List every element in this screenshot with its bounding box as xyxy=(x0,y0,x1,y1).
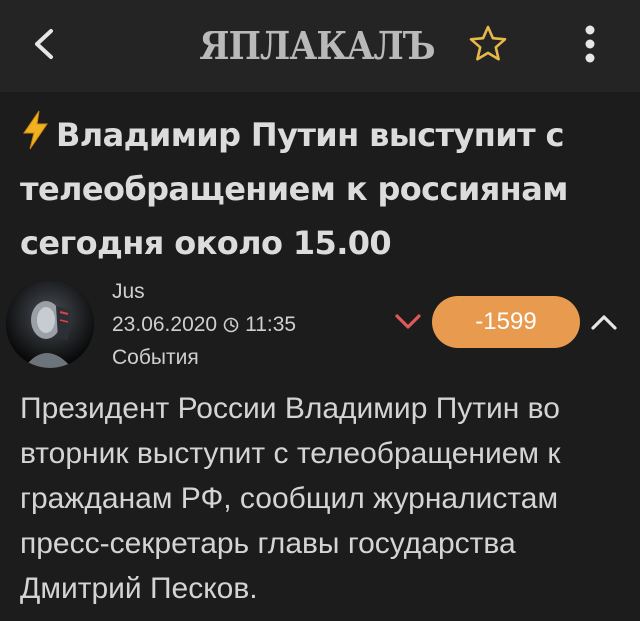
post-title: Владимир Путин выступит с телеобращением… xyxy=(20,108,620,270)
site-logo[interactable]: ЯПЛАКАЛЪ xyxy=(199,22,435,68)
post-body: Президент России Владимир Путин во вторн… xyxy=(20,392,561,605)
top-bar: ЯПЛАКАЛЪ xyxy=(0,0,640,92)
vote-up-button[interactable] xyxy=(584,304,624,340)
post-date: 23.06.2020 xyxy=(112,313,218,336)
post-time: 11:35 xyxy=(245,313,297,336)
post-category[interactable]: События xyxy=(112,346,199,370)
chevron-up-icon xyxy=(591,315,617,330)
star-outline-icon xyxy=(469,25,507,61)
favorite-button[interactable] xyxy=(466,22,510,66)
chevron-down-icon xyxy=(395,314,421,329)
rating-badge: -1599 xyxy=(432,296,580,348)
clock-icon xyxy=(223,317,239,333)
chevron-left-icon xyxy=(35,29,53,59)
avatar[interactable] xyxy=(6,280,94,368)
more-vertical-icon xyxy=(585,25,595,63)
lightning-icon xyxy=(23,110,48,150)
post-title-text: Владимир Путин выступит с телеобращением… xyxy=(20,116,568,262)
back-button[interactable] xyxy=(22,22,66,66)
vote-down-button[interactable] xyxy=(388,304,428,340)
author-name[interactable]: Jus xyxy=(112,280,145,304)
avatar-image xyxy=(6,280,94,368)
post-datetime: 23.06.2020 11:35 xyxy=(112,313,296,337)
more-menu-button[interactable] xyxy=(568,22,612,66)
